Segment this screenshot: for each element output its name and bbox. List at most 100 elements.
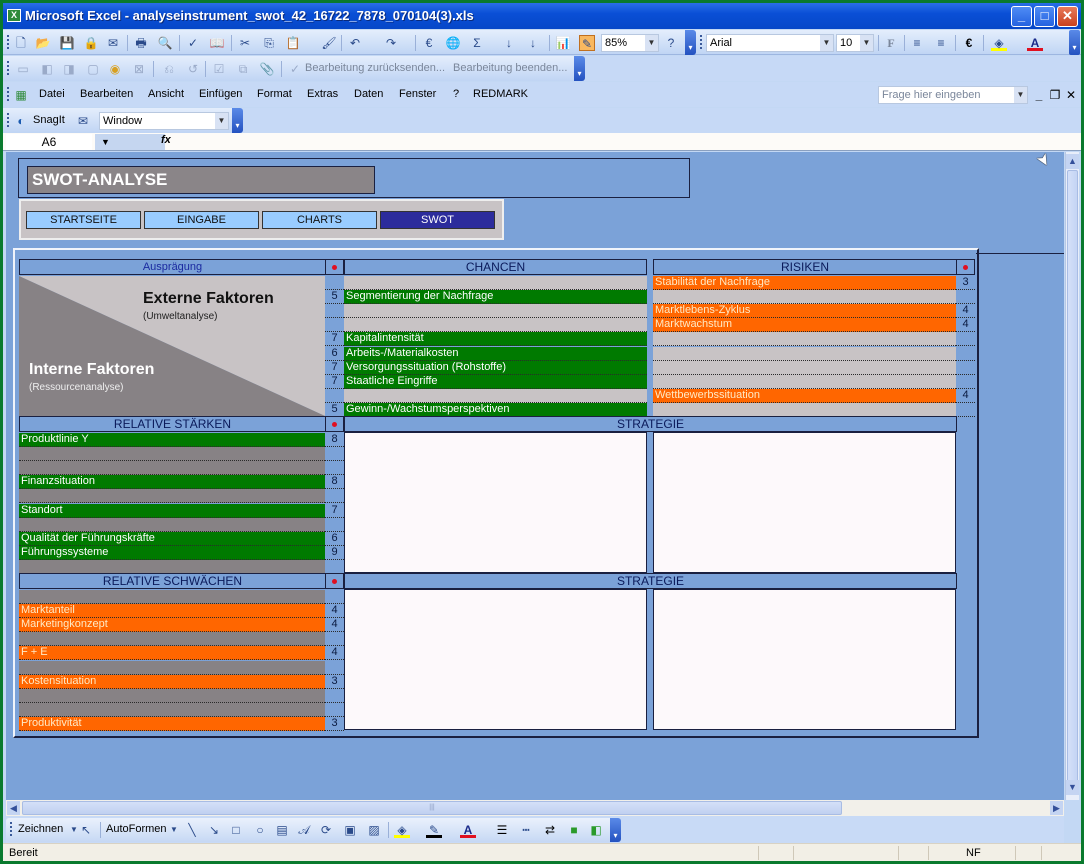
sort-descending-icon[interactable]: ↓ [525,35,541,51]
dash-style-icon[interactable]: ┅ [518,822,534,838]
picture-icon[interactable]: ▨ [366,822,382,838]
strength-row[interactable]: Qualität der Führungskräfte [19,531,325,546]
help-search-input[interactable]: Frage hier eingeben ▼ [878,86,1028,104]
rectangle-icon[interactable]: □ [228,822,244,838]
strength-row[interactable]: Finanzsituation [19,475,325,490]
excel-icon[interactable]: X [7,9,21,22]
line-icon[interactable]: ╲ [184,822,200,838]
snagit-mode-select[interactable]: Window ▼ [99,112,229,130]
diagram-icon[interactable]: ⟳ [318,822,334,838]
bold-button[interactable]: F [883,35,899,51]
risk-row[interactable] [653,360,956,375]
nav-charts[interactable]: CHARTS [262,211,377,229]
risk-row[interactable]: Marktwachstum [653,318,956,333]
chance-row[interactable]: Kapitalintensität [344,332,647,347]
line-style-icon[interactable]: ☰ [494,822,510,838]
fill-color-icon[interactable]: ◈ [394,822,410,838]
strength-row[interactable] [19,447,325,462]
track-changes-icon[interactable]: ⎌ [161,61,177,77]
vertical-scrollbar[interactable]: ▲ ▼ [1065,152,1079,800]
attachment-icon[interactable]: 📎 [259,61,275,77]
print-preview-icon[interactable]: 🔍 [157,35,173,51]
reject-change-icon[interactable]: ↺ [185,61,201,77]
weakness-row[interactable]: Kostensituation [19,674,325,689]
print-icon[interactable]: 🖶 [133,35,149,51]
show-all-comments-icon[interactable]: ◉ [107,61,123,77]
zoom-select[interactable]: 85% ▼ [601,34,659,52]
paste-icon[interactable]: 📋 [285,35,301,51]
workbook-icon[interactable]: ▦ [13,87,29,103]
shadow-icon[interactable]: ■ [566,822,582,838]
toolbar-grip[interactable] [7,35,9,49]
previous-comment-icon[interactable]: ◧ [39,61,55,77]
weakness-row[interactable]: Produktivität [19,716,325,731]
fill-color-icon[interactable]: ◈ [991,35,1007,51]
risk-row[interactable] [653,374,956,389]
name-box-dropdown[interactable]: ▼ [95,134,165,150]
permission-icon[interactable]: 🔒 [83,35,99,51]
font-size-select[interactable]: 10 ▼ [836,34,874,52]
worksheet[interactable]: SWOT-ANALYSE STARTSEITE EINGABE CHARTS S… [6,152,1064,800]
nav-swot[interactable]: SWOT [380,211,495,229]
cut-icon[interactable]: ✂ [237,35,253,51]
chevron-down-icon[interactable]: ▼ [820,35,833,51]
toolbar-grip[interactable] [700,35,702,49]
comment-icon[interactable]: ▭ [15,61,31,77]
maximize-button[interactable]: □ [1034,6,1055,27]
strategy-st-textarea[interactable] [653,432,956,573]
strength-row[interactable] [19,517,325,532]
hyperlink-icon[interactable]: 🌐 [445,35,461,51]
nav-eingabe[interactable]: EINGABE [144,211,259,229]
menu-help[interactable]: ? [453,88,459,100]
toolbar-grip[interactable] [7,61,9,75]
euro-convert-icon[interactable]: € [421,35,437,51]
redo-icon[interactable]: ↷ [383,35,399,51]
workbook-icon[interactable]: ⧉ [235,61,251,77]
spelling-icon[interactable]: ✓ [185,35,201,51]
menu-einfuegen[interactable]: Einfügen [199,88,242,100]
autosum-icon[interactable]: Σ [469,35,485,51]
clipart-icon[interactable]: ▣ [342,822,358,838]
chance-row[interactable]: Staatliche Eingriffe [344,374,647,389]
horizontal-scroll-thumb[interactable]: ||| [22,801,842,815]
chart-wizard-icon[interactable]: 📊 [555,35,571,51]
toolbar-grip[interactable] [10,822,12,836]
snagit-button[interactable]: SnagIt [33,114,65,126]
menu-datei[interactable]: Datei [39,88,65,100]
font-color-icon[interactable]: A [1027,35,1043,51]
toolbar-options-icon[interactable]: ▾ [610,818,621,842]
strength-row[interactable]: Führungssysteme [19,545,325,560]
new-document-icon[interactable]: 🗋 [13,35,29,51]
chevron-down-icon[interactable]: ▼ [860,35,873,51]
chevron-down-icon[interactable]: ▼ [215,113,228,129]
oval-icon[interactable]: ○ [252,822,268,838]
autoshapes-menu-button[interactable]: AutoFormen [106,823,167,835]
menu-fenster[interactable]: Fenster [399,88,436,100]
toolbar-options-icon[interactable]: ▾ [574,56,585,81]
chevron-down-icon[interactable]: ▼ [645,35,658,51]
risk-row[interactable] [653,402,956,417]
snagit-settings-icon[interactable]: ✉ [75,113,91,129]
chance-row[interactable]: Gewinn-/Wachstumsperspektiven [344,402,647,417]
show-comment-icon[interactable]: ▢ [85,61,101,77]
risk-row[interactable]: Marktlebens-Zyklus [653,304,956,319]
risk-row[interactable]: Stabilität der Nachfrage [653,276,956,290]
sort-ascending-icon[interactable]: ↓ [501,35,517,51]
risk-row[interactable] [653,290,956,305]
strength-row[interactable] [19,461,325,476]
risk-row[interactable] [653,332,956,347]
align-left-icon[interactable]: ≡ [909,35,925,51]
menu-redmark[interactable]: REDMARK [473,88,528,100]
risk-row[interactable]: Wettbewerbssituation [653,388,956,403]
toolbar-options-icon[interactable]: ▾ [232,108,243,133]
strategy-wt-textarea[interactable] [653,589,956,730]
doc-restore-icon[interactable]: ❐ [1047,87,1063,103]
strategy-wo-textarea[interactable] [344,589,647,730]
weakness-row[interactable] [19,590,325,604]
save-icon[interactable]: 💾 [59,35,75,51]
select-objects-icon[interactable]: ↖ [78,822,94,838]
toolbar-options-icon[interactable]: ▾ [1069,30,1080,55]
weakness-row[interactable] [19,702,325,717]
scroll-left-icon[interactable]: ◀ [7,801,20,815]
scroll-up-icon[interactable]: ▲ [1066,154,1079,169]
